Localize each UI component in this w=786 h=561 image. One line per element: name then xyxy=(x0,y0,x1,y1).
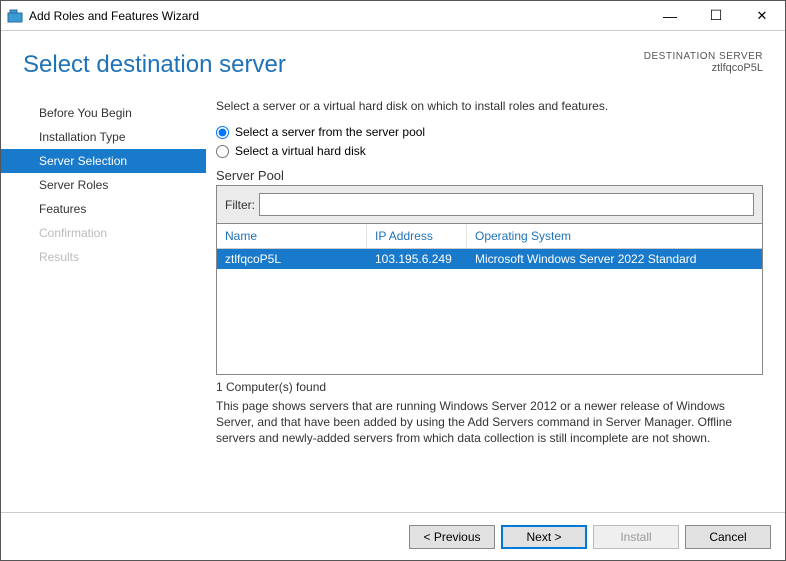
step-results: Results xyxy=(1,245,206,269)
table-header: Name IP Address Operating System xyxy=(217,224,762,249)
minimize-button[interactable]: — xyxy=(647,1,693,31)
table-row[interactable]: ztlfqcoP5L 103.195.6.249 Microsoft Windo… xyxy=(217,249,762,269)
radio-server-pool-input[interactable] xyxy=(216,126,229,139)
server-table: Name IP Address Operating System ztlfqco… xyxy=(217,224,762,374)
cancel-button[interactable]: Cancel xyxy=(685,525,771,549)
app-icon xyxy=(7,8,23,24)
col-header-ip[interactable]: IP Address xyxy=(367,224,467,248)
computers-found: 1 Computer(s) found xyxy=(216,380,763,394)
step-installation-type[interactable]: Installation Type xyxy=(1,125,206,149)
server-pool-label: Server Pool xyxy=(216,168,763,183)
previous-button[interactable]: < Previous xyxy=(409,525,495,549)
radio-server-pool[interactable]: Select a server from the server pool xyxy=(216,125,763,139)
wizard-steps-sidebar: Before You Begin Installation Type Serve… xyxy=(1,89,206,447)
cell-os: Microsoft Windows Server 2022 Standard xyxy=(467,249,762,269)
step-server-selection[interactable]: Server Selection xyxy=(1,149,206,173)
step-server-roles[interactable]: Server Roles xyxy=(1,173,206,197)
radio-server-pool-label: Select a server from the server pool xyxy=(235,125,425,139)
main-panel: Select a server or a virtual hard disk o… xyxy=(206,89,785,447)
step-before-you-begin[interactable]: Before You Begin xyxy=(1,101,206,125)
page-title: Select destination server xyxy=(23,51,286,79)
step-features[interactable]: Features xyxy=(1,197,206,221)
filter-label: Filter: xyxy=(225,198,255,212)
wizard-footer: < Previous Next > Install Cancel xyxy=(1,512,785,560)
table-body: ztlfqcoP5L 103.195.6.249 Microsoft Windo… xyxy=(217,249,762,374)
radio-vhd-label: Select a virtual hard disk xyxy=(235,144,366,158)
maximize-button[interactable]: ☐ xyxy=(693,1,739,31)
server-pool-box: Filter: Name IP Address Operating System… xyxy=(216,185,763,375)
filter-input[interactable] xyxy=(259,193,754,216)
instruction-text: Select a server or a virtual hard disk o… xyxy=(216,99,763,113)
window-title: Add Roles and Features Wizard xyxy=(29,9,647,23)
radio-virtual-hard-disk[interactable]: Select a virtual hard disk xyxy=(216,144,763,158)
next-button[interactable]: Next > xyxy=(501,525,587,549)
page-header: Select destination server DESTINATION SE… xyxy=(1,31,785,89)
step-confirmation: Confirmation xyxy=(1,221,206,245)
titlebar: Add Roles and Features Wizard — ☐ ✕ xyxy=(1,1,785,31)
close-button[interactable]: ✕ xyxy=(739,1,785,31)
col-header-os[interactable]: Operating System xyxy=(467,224,762,248)
destination-name: ztlfqcoP5L xyxy=(644,62,763,74)
col-header-name[interactable]: Name xyxy=(217,224,367,248)
cell-ip: 103.195.6.249 xyxy=(367,249,467,269)
cell-name: ztlfqcoP5L xyxy=(217,249,367,269)
radio-vhd-input[interactable] xyxy=(216,145,229,158)
destination-label: DESTINATION SERVER xyxy=(644,51,763,62)
destination-block: DESTINATION SERVER ztlfqcoP5L xyxy=(644,51,763,79)
page-description: This page shows servers that are running… xyxy=(216,398,763,447)
filter-row: Filter: xyxy=(217,186,762,224)
install-button: Install xyxy=(593,525,679,549)
